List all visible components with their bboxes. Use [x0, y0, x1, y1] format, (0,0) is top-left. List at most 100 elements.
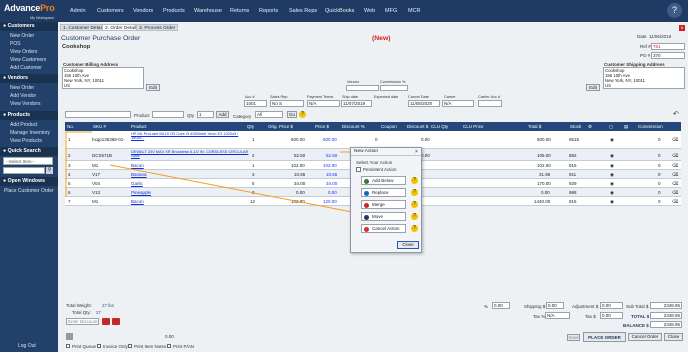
cell-qty[interactable]: 12: [250, 199, 255, 204]
nav-reports[interactable]: Reports: [259, 8, 278, 14]
cell-price[interactable]: 102.00: [323, 163, 337, 168]
print-queue-checkbox[interactable]: [66, 344, 70, 348]
persistent-action-checkbox[interactable]: [356, 167, 361, 172]
product-input[interactable]: [152, 111, 184, 118]
nav-warehouse[interactable]: Warehouse: [194, 8, 222, 14]
sku-input[interactable]: [65, 111, 131, 118]
nav-customers[interactable]: Customers: [97, 8, 124, 14]
nav-mfg[interactable]: MFG: [385, 8, 397, 14]
sidebar-header-open-windows[interactable]: ● Open Windows: [0, 177, 58, 186]
cell-commission[interactable]: 0: [658, 172, 661, 177]
nav-web[interactable]: Web: [364, 8, 375, 14]
cell-product[interactable]: Garlic: [131, 181, 143, 186]
nav-returns[interactable]: Returns: [230, 8, 249, 14]
trash-icon[interactable]: ⌫: [672, 137, 678, 143]
save-button[interactable]: Save: [567, 334, 580, 341]
cell-price[interactable]: 52.50: [326, 153, 337, 158]
pct-field[interactable]: 0.00: [492, 302, 510, 309]
sidebar-header-vendors[interactable]: ● Vendors: [0, 74, 58, 83]
col-sku[interactable]: SKU #: [93, 124, 106, 129]
sidebar-item-view-products[interactable]: View Products: [10, 138, 42, 144]
help-icon[interactable]: ?: [411, 225, 418, 232]
close-icon[interactable]: ×: [415, 149, 418, 155]
quick-search-go-button[interactable]: ⚲: [46, 167, 53, 174]
add-below-button[interactable]: Add Below: [361, 176, 406, 185]
cell-qty[interactable]: 3: [252, 172, 255, 177]
carrier-account-field[interactable]: [478, 100, 502, 107]
nav-products[interactable]: Products: [163, 8, 185, 14]
trash-icon[interactable]: ⌫: [672, 172, 678, 178]
col-price[interactable]: Price $: [315, 124, 329, 129]
history-icon[interactable]: [66, 333, 73, 340]
nav-quickbooks[interactable]: QuickBooks: [325, 8, 354, 14]
sidebar-header-quick-search[interactable]: ● Quick Search: [0, 147, 58, 156]
print-item-notes-checkbox[interactable]: [128, 344, 132, 348]
close-window-icon[interactable]: x: [679, 25, 685, 31]
cell-qty[interactable]: 2: [252, 153, 255, 158]
col-clu-price[interactable]: CLU Price: [463, 124, 484, 129]
cell-sku[interactable]: V04: [92, 181, 100, 186]
cell-sku[interactable]: hxqp135368-01-: [92, 137, 125, 142]
col-clu-qty[interactable]: CLU Qty: [431, 124, 448, 129]
tab-customer-details[interactable]: 1. Customer Details: [60, 24, 109, 31]
sidebar-item-add-customer[interactable]: Add Customer: [10, 65, 42, 71]
col-commission[interactable]: Commission: [638, 124, 663, 129]
cell-product[interactable]: Bacon: [131, 199, 144, 204]
cell-product[interactable]: Banana: [131, 172, 147, 177]
cell-sku[interactable]: V17: [92, 172, 100, 177]
trash-icon[interactable]: ⌫: [672, 181, 678, 187]
eye-icon[interactable]: ◉: [610, 199, 614, 205]
open-window-place-customer-order[interactable]: Place Customer Order: [4, 188, 54, 194]
po-field[interactable]: 370: [651, 52, 685, 59]
col-no[interactable]: No.: [67, 124, 74, 129]
dialog-close-button[interactable]: Close: [397, 241, 419, 249]
sales-rep-select[interactable]: No S: [270, 100, 304, 107]
date-value[interactable]: 11/06/2019: [649, 34, 671, 39]
col-coupon[interactable]: Coupon: [381, 124, 397, 129]
cell-commission[interactable]: 0: [658, 181, 661, 186]
help-icon[interactable]: ?: [411, 177, 418, 184]
shipping-field[interactable]: 0.00: [546, 302, 564, 309]
trash-icon[interactable]: ⌫: [672, 153, 678, 159]
cell-qty[interactable]: 5: [252, 181, 255, 186]
eye-icon[interactable]: ◉: [610, 181, 614, 187]
cancel-order-button[interactable]: Cancel Order: [628, 333, 662, 341]
cell-price[interactable]: 34.00: [326, 181, 337, 186]
col-product[interactable]: Product: [131, 124, 147, 129]
cell-sku[interactable]: M1: [92, 163, 98, 168]
image-icon[interactable]: ▢: [609, 124, 613, 130]
category-select[interactable]: All: [255, 111, 283, 118]
nav-admin[interactable]: Admin: [70, 8, 86, 14]
trash-icon[interactable]: ⌫: [672, 190, 678, 196]
cell-commission[interactable]: 0: [658, 137, 661, 142]
remove-discount-icon[interactable]: [112, 318, 120, 325]
help-icon[interactable]: ?: [411, 201, 418, 208]
sidebar-header-products[interactable]: ● Products: [0, 111, 58, 120]
col-stock[interactable]: Stock: [570, 124, 581, 129]
cell-commission[interactable]: 0: [658, 153, 661, 158]
sidebar-item-vendor-new-order[interactable]: New Order: [10, 85, 34, 91]
replace-button[interactable]: Replace: [361, 188, 406, 197]
gear-icon[interactable]: ⚙: [588, 124, 592, 130]
carrier-select[interactable]: N/A: [442, 100, 474, 107]
sidebar-item-add-product[interactable]: Add Product: [10, 122, 38, 128]
help-icon[interactable]: ?: [411, 189, 418, 196]
quick-search-select[interactable]: --Select Item--: [3, 157, 53, 165]
tax-amount-field[interactable]: 0.00: [600, 312, 623, 319]
sidebar-item-add-vendor[interactable]: Add Vendor: [10, 93, 36, 99]
sidebar-item-pos[interactable]: POS: [10, 41, 21, 47]
discount-input[interactable]: Enter Discount: [66, 318, 99, 325]
sidebar-item-view-customers[interactable]: View Customers: [10, 57, 46, 63]
cell-commission[interactable]: 0: [658, 199, 661, 204]
col-orig-price[interactable]: Orig. Price $: [268, 124, 293, 129]
trash-icon[interactable]: ⌫: [672, 199, 678, 205]
place-order-button[interactable]: PLACE ORDER: [583, 332, 626, 342]
tax-select[interactable]: N/A: [545, 312, 570, 319]
cell-sku[interactable]: M1: [92, 199, 98, 204]
cell-qty[interactable]: 1: [252, 163, 255, 168]
ship-date-field[interactable]: 11/07/2019: [341, 100, 372, 107]
eye-icon[interactable]: ◉: [610, 137, 614, 143]
tab-process-order[interactable]: 3. Process Order: [136, 24, 179, 31]
help-icon[interactable]: ?: [667, 3, 682, 18]
cell-price[interactable]: 500.00: [323, 137, 337, 142]
